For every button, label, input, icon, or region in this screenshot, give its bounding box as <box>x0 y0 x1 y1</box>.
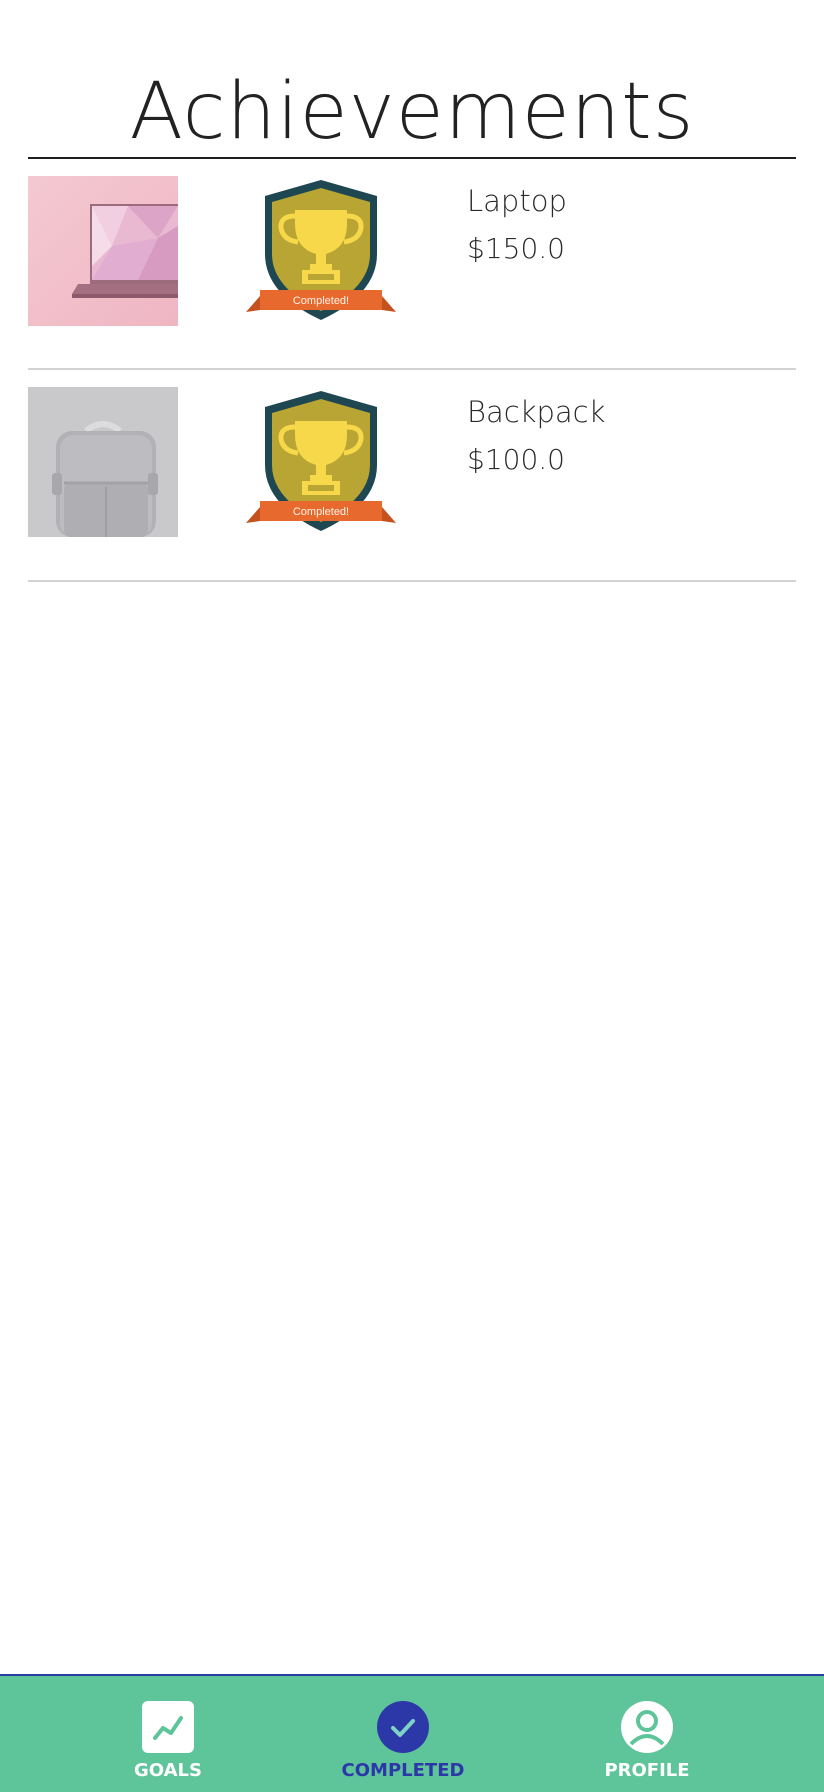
app-screen: Achievements Completed! Laptop $150.0 Co… <box>0 0 824 1792</box>
badge-completed-label: Completed! <box>292 295 350 307</box>
nav-completed-label: COMPLETED <box>341 1760 465 1781</box>
nav-profile-tab[interactable]: PROFILE <box>567 1700 727 1790</box>
achievement-item[interactable]: Completed! Backpack $100.0 <box>28 370 796 582</box>
laptop-image <box>28 176 178 326</box>
trophy-badge-icon: Completed! <box>246 176 396 326</box>
nav-goals-label: GOALS <box>134 1760 202 1781</box>
nav-completed-tab[interactable]: COMPLETED <box>323 1700 483 1790</box>
trophy-badge-icon: Completed! <box>246 387 396 537</box>
achievement-item[interactable]: Completed! Laptop $150.0 <box>28 159 796 370</box>
item-price: $100.0 <box>467 443 565 476</box>
trending-chart-icon <box>142 1701 194 1753</box>
badge-completed-label: Completed! <box>292 506 350 518</box>
page-title: Achievements <box>129 67 695 157</box>
item-price: $150.0 <box>467 232 565 265</box>
nav-profile-label: PROFILE <box>604 1760 690 1781</box>
item-name: Laptop <box>467 184 567 218</box>
achievement-list: Completed! Laptop $150.0 Completed! Back… <box>28 159 796 582</box>
check-circle-icon <box>377 1701 429 1753</box>
backpack-image <box>28 387 178 537</box>
nav-goals-tab[interactable]: GOALS <box>88 1700 248 1790</box>
user-circle-icon <box>621 1701 673 1753</box>
bottom-nav: GOALS COMPLETED PROFILE <box>0 1674 824 1792</box>
item-name: Backpack <box>467 395 606 429</box>
